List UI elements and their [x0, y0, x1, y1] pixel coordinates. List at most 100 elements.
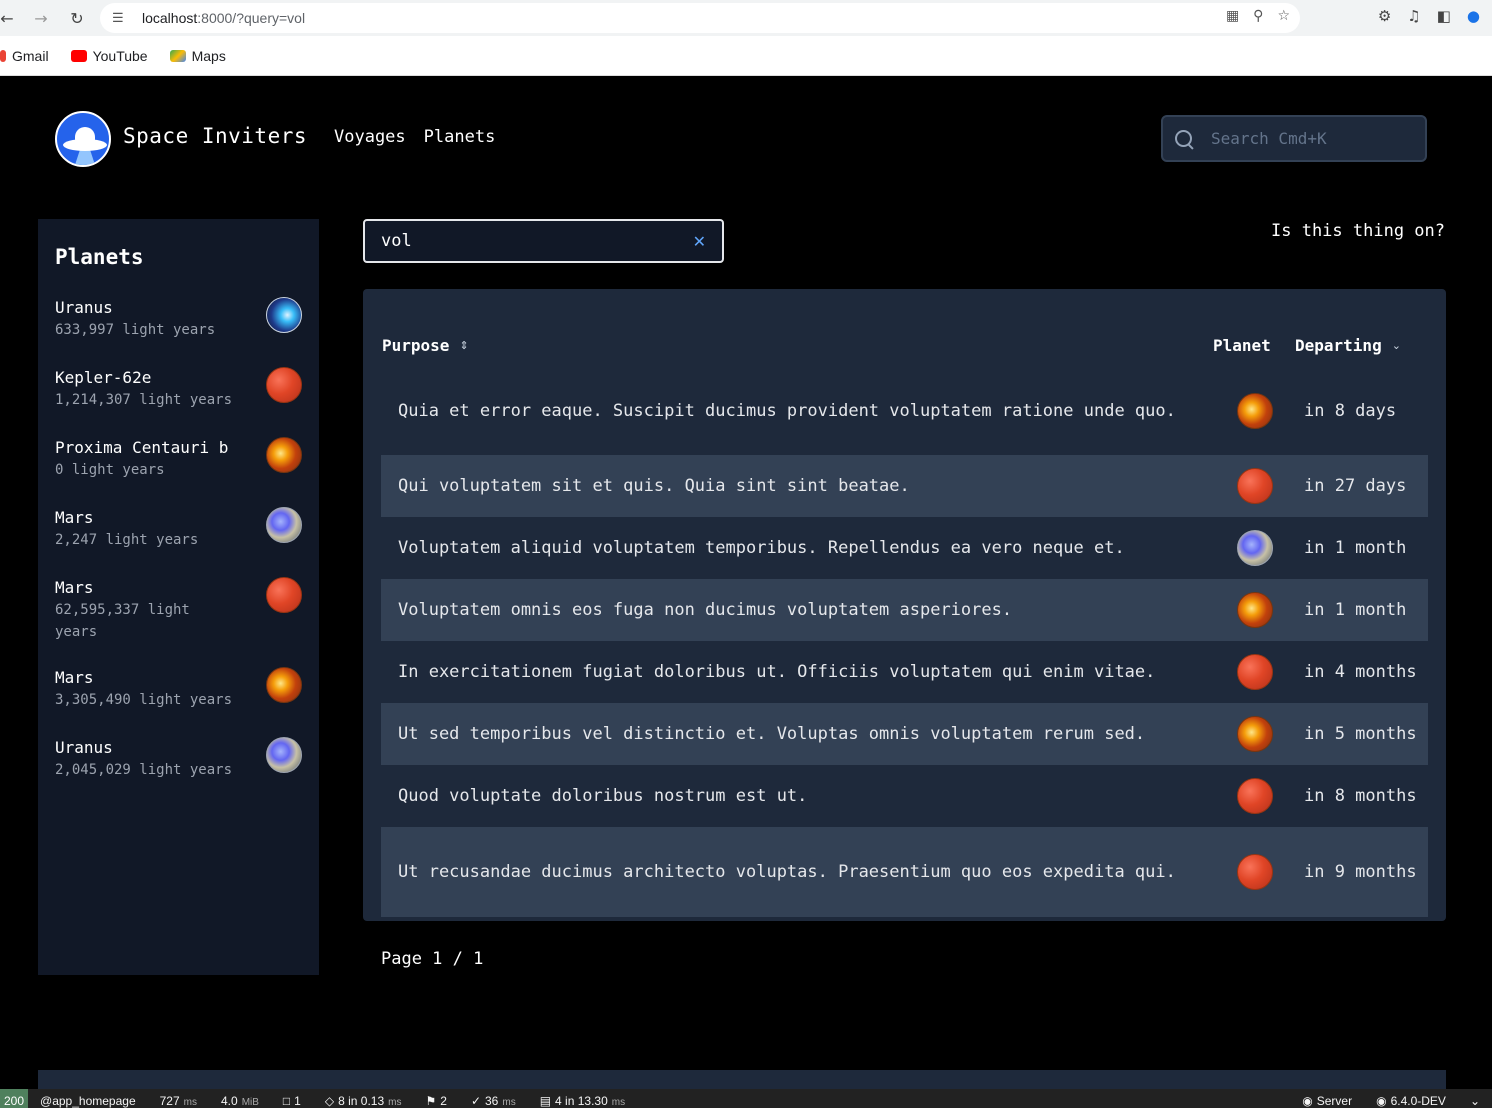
events-icon: ⚑ [425, 1094, 437, 1108]
debug-time[interactable]: 727 ms [148, 1089, 209, 1108]
global-search[interactable] [1161, 115, 1427, 162]
red-planet-icon [1237, 654, 1273, 690]
earth-planet-icon [1237, 530, 1273, 566]
chevron-down-icon[interactable]: ⌄ [1392, 339, 1401, 352]
bookmark-gmail[interactable]: Gmail [0, 48, 49, 64]
voyage-search-input[interactable] [381, 231, 693, 251]
voyage-purpose: In exercitationem fugiat doloribus ut. O… [398, 662, 1156, 682]
gmail-icon [0, 49, 6, 62]
side-panel-icon[interactable]: ◧ [1437, 7, 1451, 25]
voyage-purpose: Quia et error eaque. Suscipit ducimus pr… [398, 401, 1176, 421]
site-settings-icon[interactable]: ☰ [112, 10, 130, 26]
sidebar-planet-item[interactable]: Kepler-62e 1,214,307 light years [55, 367, 302, 413]
voyage-departing: in 8 days [1304, 401, 1397, 421]
planet-name[interactable]: Uranus [55, 297, 246, 319]
back-icon[interactable]: ← [0, 3, 14, 33]
media-icon[interactable]: ♫ [1407, 7, 1420, 25]
bookmark-star-icon[interactable]: ☆ [1277, 8, 1290, 24]
extensions-icon[interactable]: ⚙ [1378, 7, 1391, 25]
purpose-header-label: Purpose [382, 336, 450, 355]
planet-distance: 2,045,029 light years [55, 762, 233, 778]
brand-name[interactable]: Space Inviters [123, 124, 307, 148]
debug-server[interactable]: ◉ Server [1290, 1089, 1364, 1108]
debug-cache[interactable]: ✓ 36 ms [459, 1089, 528, 1108]
form-icon: □ [282, 1094, 291, 1108]
translate-icon[interactable]: ▦ [1226, 8, 1239, 24]
sidebar-title: Planets [55, 245, 144, 269]
browser-toolbar: ← → ↻ ☰ localhost:8000/?query=vol ▦ ⚲ ☆ … [0, 0, 1492, 36]
forward-icon[interactable]: → [26, 3, 56, 33]
nav-planets[interactable]: Planets [424, 127, 496, 147]
debug-db[interactable]: ▤ 4 in 13.30 ms [528, 1089, 637, 1108]
planet-distance: 62,595,337 light years [55, 602, 190, 640]
planet-distance: 1,214,307 light years [55, 392, 233, 408]
memory-unit: MiB [241, 1097, 259, 1108]
bookmark-label: Gmail [12, 47, 49, 64]
voyage-search-box[interactable]: ✕ [363, 219, 724, 263]
voyage-purpose: Qui voluptatem sit et quis. Quia sint si… [398, 476, 910, 496]
red-planet-icon [1237, 778, 1273, 814]
debug-toggle-icon[interactable]: ⌄ [1458, 1089, 1492, 1108]
bookmark-youtube[interactable]: YouTube [70, 48, 148, 64]
table-row: Quod voluptate doloribus nostrum est ut.… [381, 765, 1428, 827]
cache-value: 36 [485, 1094, 499, 1108]
table-row: Voluptatem omnis eos fuga non ducimus vo… [381, 579, 1428, 641]
sort-updown-icon[interactable]: ⇕ [459, 339, 468, 352]
profile-icon[interactable]: ● [1467, 7, 1480, 25]
debug-twig[interactable]: ◇ 8 in 0.13 ms [313, 1089, 414, 1108]
debug-memory[interactable]: 4.0 MiB [209, 1089, 271, 1108]
table-row: Qui voluptatem sit et quis. Quia sint si… [381, 455, 1428, 517]
planet-name[interactable]: Kepler-62e [55, 367, 246, 389]
sidebar-planet-item[interactable]: Mars 62,595,337 light years [55, 577, 302, 643]
planet-name[interactable]: Proxima Centauri b [55, 437, 246, 459]
swirl-planet-icon [1237, 716, 1273, 752]
bookmark-maps[interactable]: Maps [169, 48, 226, 64]
purpose-column-header[interactable]: Purpose ⇕ [382, 336, 469, 355]
nav-voyages[interactable]: Voyages [334, 127, 406, 147]
debug-version[interactable]: ◉ 6.4.0-DEV [1364, 1089, 1458, 1108]
db-unit: ms [611, 1097, 626, 1108]
red-planet-icon [1237, 468, 1273, 504]
ufo-logo-icon[interactable] [55, 111, 111, 167]
planets-sidebar: Planets Uranus 633,997 light years Keple… [38, 219, 319, 975]
database-icon: ▤ [539, 1094, 552, 1108]
voyage-departing: in 5 months [1304, 724, 1417, 744]
table-row: Quia et error eaque. Suscipit ducimus pr… [381, 367, 1428, 455]
table-row: Ut recusandae ducimus architecto volupta… [381, 827, 1428, 917]
clear-search-icon[interactable]: ✕ [693, 232, 706, 251]
table-header: Purpose ⇕ Planet Departing ⌄ [381, 307, 1428, 367]
sidebar-planet-item[interactable]: Mars 3,305,490 light years [55, 667, 302, 713]
planet-name[interactable]: Mars [55, 507, 246, 529]
memory-value: 4.0 [221, 1094, 238, 1108]
global-search-input[interactable] [1211, 129, 1411, 148]
table-row: In exercitationem fugiat doloribus ut. O… [381, 641, 1428, 703]
time-value: 727 [159, 1094, 180, 1108]
main-nav: Voyages Planets [334, 127, 495, 147]
cache-unit: ms [502, 1097, 516, 1108]
red-planet-icon [266, 577, 302, 613]
address-bar[interactable]: ☰ localhost:8000/?query=vol ▦ ⚲ ☆ [100, 3, 1300, 33]
voyage-departing: in 1 month [1304, 600, 1407, 620]
forms-value: 1 [294, 1094, 301, 1108]
debug-forms[interactable]: □ 1 [271, 1089, 313, 1108]
zoom-icon[interactable]: ⚲ [1253, 8, 1263, 24]
sidebar-planet-item[interactable]: Uranus 2,045,029 light years [55, 737, 302, 783]
planet-column-header: Planet [1213, 336, 1271, 355]
debug-events[interactable]: ⚑ 2 [413, 1089, 458, 1108]
debug-route[interactable]: @app_homepage [28, 1089, 148, 1108]
sidebar-planet-item[interactable]: Uranus 633,997 light years [55, 297, 302, 343]
reload-icon[interactable]: ↻ [62, 3, 92, 33]
planet-name[interactable]: Mars [55, 667, 246, 689]
departing-column-header[interactable]: Departing ⌄ [1295, 336, 1401, 355]
debug-toolbar: 200 @app_homepage 727 ms 4.0 MiB □ 1 ◇ 8 in … [0, 1089, 1492, 1108]
planet-name[interactable]: Uranus [55, 737, 246, 759]
voyage-purpose: Ut sed temporibus vel distinctio et. Vol… [398, 724, 1146, 744]
db-value: 4 in 13.30 [555, 1094, 608, 1108]
sidebar-planet-item[interactable]: Mars 2,247 light years [55, 507, 302, 553]
twig-value: 8 in 0.13 [338, 1094, 385, 1108]
departing-header-label: Departing [1295, 336, 1382, 355]
earth-planet-icon [266, 507, 302, 543]
status-code-badge[interactable]: 200 [0, 1089, 29, 1108]
sidebar-planet-item[interactable]: Proxima Centauri b 0 light years [55, 437, 302, 483]
planet-name[interactable]: Mars [55, 577, 246, 599]
